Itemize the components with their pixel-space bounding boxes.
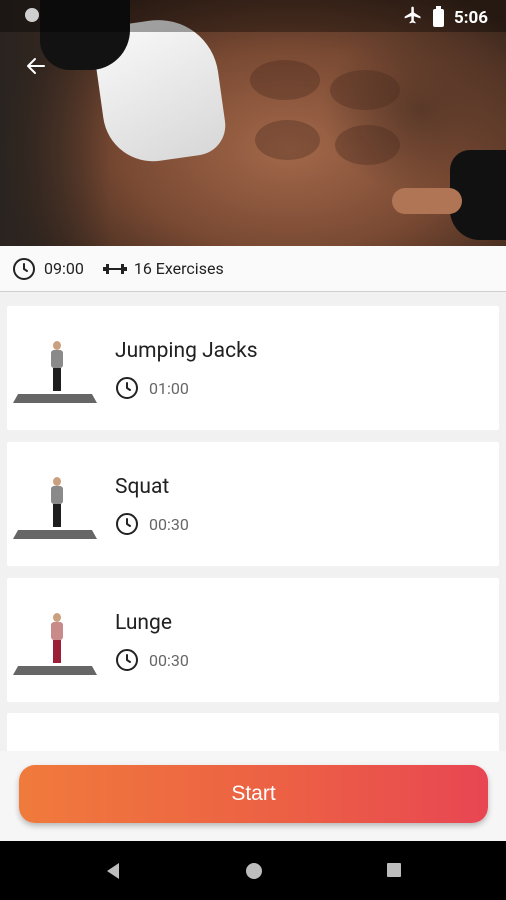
exercise-name: Jumping Jacks <box>115 339 258 363</box>
exercise-thumbnail <box>13 603 103 683</box>
exercise-duration-value: 00:30 <box>149 514 189 534</box>
hero-image: 5:06 <box>0 0 506 246</box>
exercise-duration: 00:30 <box>115 648 189 672</box>
exercise-duration: 01:00 <box>115 376 189 400</box>
hero-muscle <box>335 125 400 165</box>
start-bar: Start <box>0 751 506 841</box>
triangle-back-icon <box>107 863 119 879</box>
exercise-card[interactable]: Lunge 00:30 <box>7 578 499 702</box>
exercise-duration-value: 01:00 <box>149 378 189 398</box>
clock-icon <box>116 377 138 399</box>
dumbbell-icon <box>102 263 127 274</box>
clock-icon <box>116 513 138 535</box>
start-button[interactable]: Start <box>19 765 488 823</box>
exercise-count-value: 16 Exercises <box>133 259 224 278</box>
status-time: 5:06 <box>453 7 488 28</box>
exercise-duration: 00:30 <box>115 512 189 536</box>
hero-muscle <box>330 70 400 110</box>
exercise-count: 16 Exercises <box>102 259 224 278</box>
exercise-figure <box>51 477 63 529</box>
status-right: 5:06 <box>403 5 488 30</box>
exercise-duration-value: 00:30 <box>149 650 189 670</box>
exercise-thumbnail <box>13 331 103 411</box>
exercise-card[interactable] <box>7 713 499 751</box>
nav-recents-button[interactable] <box>385 861 403 883</box>
exercise-mat <box>13 666 97 675</box>
workout-info-row: 09:00 16 Exercises <box>0 246 506 292</box>
notification-dot-icon <box>25 8 39 22</box>
exercise-thumbnail <box>13 467 103 547</box>
exercise-mat <box>13 530 97 539</box>
arrow-back-icon <box>27 58 45 74</box>
system-nav-bar <box>0 841 506 900</box>
finger <box>392 188 462 214</box>
exercise-name: Squat <box>115 475 170 499</box>
hero-muscle <box>250 60 320 100</box>
status-bar: 5:06 <box>0 0 506 32</box>
total-duration-value: 09:00 <box>44 259 84 278</box>
square-recents-icon <box>387 863 401 877</box>
total-duration: 09:00 <box>12 257 84 281</box>
clock-icon <box>13 257 35 280</box>
hero-muscle <box>255 120 320 160</box>
nav-back-button[interactable] <box>104 861 122 885</box>
exercise-figure <box>51 341 63 393</box>
nav-home-button[interactable] <box>244 861 264 885</box>
exercise-mat <box>13 394 97 403</box>
airplane-mode-icon <box>403 5 423 30</box>
clock-icon <box>116 649 138 671</box>
circle-home-icon <box>246 863 262 879</box>
battery-icon <box>432 5 444 27</box>
back-button[interactable] <box>18 48 54 84</box>
exercise-name: Lunge <box>115 611 172 635</box>
exercise-card[interactable]: Jumping Jacks 01:00 <box>7 306 499 430</box>
exercise-figure <box>51 613 63 665</box>
exercise-list[interactable]: Jumping Jacks 01:00 Squat 00:30 Lunge 00… <box>0 291 506 751</box>
exercise-card[interactable]: Squat 00:30 <box>7 442 499 566</box>
